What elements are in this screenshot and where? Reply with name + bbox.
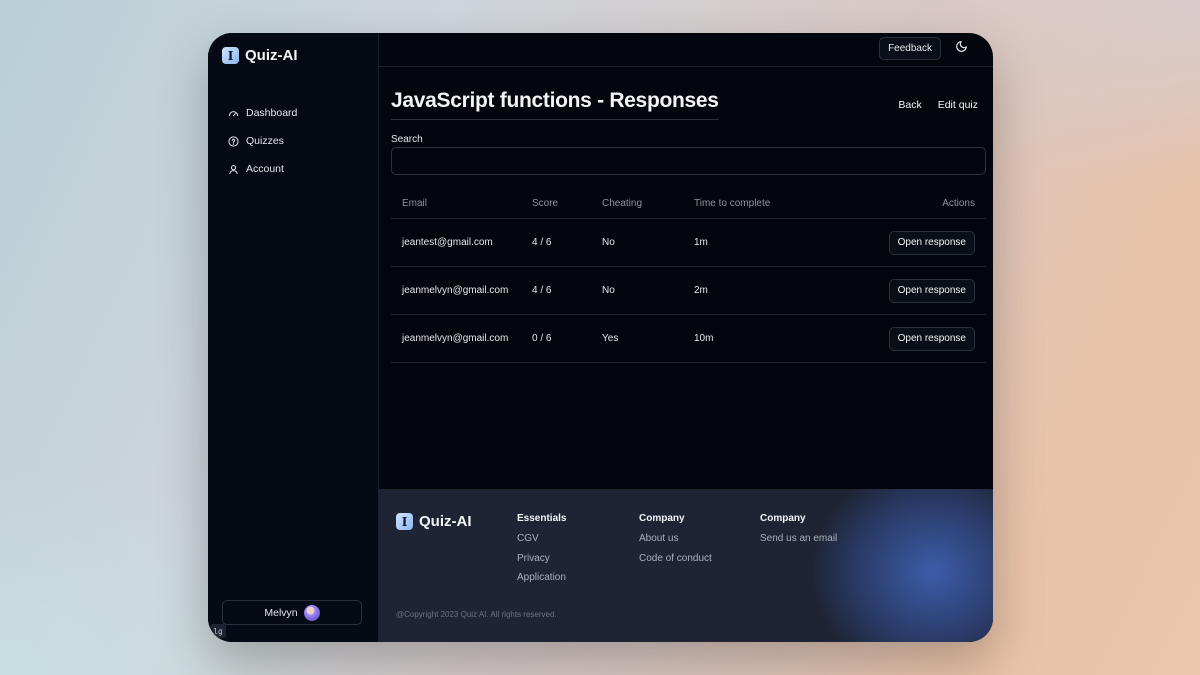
cell-email: jeanmelvyn@gmail.com	[402, 285, 509, 296]
cell-actions: Open response	[813, 230, 986, 255]
copyright-text: @Copyright 2023 Quiz AI. All rights rese…	[396, 610, 557, 619]
logo-icon: I	[222, 47, 239, 64]
footer-glow	[813, 489, 993, 642]
sidebar-item-quizzes[interactable]: Quizzes	[228, 127, 297, 155]
footer: I Quiz-AI Essentials CGV Privacy Applica…	[379, 489, 993, 642]
footer-heading: Company	[639, 513, 685, 524]
header-email: Email	[402, 197, 428, 209]
cell-score: 4 / 6	[532, 237, 552, 248]
table-row: jeanmelvyn@gmail.com 4 / 6 No 2m Open re…	[391, 267, 986, 315]
sidebar-item-label: Account	[246, 163, 284, 175]
user-menu-button[interactable]: Melvyn	[222, 600, 362, 625]
gauge-icon	[228, 108, 239, 119]
footer-link-conduct[interactable]: Code of conduct	[639, 553, 712, 573]
cell-time: 10m	[694, 333, 714, 344]
search-input[interactable]	[391, 147, 986, 175]
breakpoint-badge: lg	[210, 624, 226, 638]
cell-actions: Open response	[813, 326, 986, 351]
avatar	[303, 604, 320, 621]
page-title: JavaScript functions - Responses	[391, 89, 719, 120]
sidebar-item-label: Quizzes	[246, 135, 284, 147]
cell-cheating: No	[602, 237, 615, 248]
table-row: jeantest@gmail.com 4 / 6 No 1m Open resp…	[391, 219, 986, 267]
moon-icon	[955, 40, 968, 58]
open-response-button[interactable]: Open response	[888, 278, 975, 303]
back-button[interactable]: Back	[898, 99, 921, 111]
user-name: Melvyn	[264, 606, 298, 619]
topbar: Feedback	[379, 33, 993, 67]
cell-email: jeanmelvyn@gmail.com	[402, 333, 509, 344]
footer-link-about[interactable]: About us	[639, 533, 712, 553]
sidebar-item-label: Dashboard	[246, 107, 298, 119]
app-window: I Quiz-AI Dashboard Quizzes Account Melv…	[208, 33, 993, 642]
cell-cheating: No	[602, 285, 615, 296]
sidebar-nav: Dashboard Quizzes Account	[228, 99, 297, 183]
footer-link-privacy[interactable]: Privacy	[517, 553, 566, 573]
sidebar: I Quiz-AI Dashboard Quizzes Account Melv…	[208, 33, 379, 642]
cell-score: 0 / 6	[532, 333, 552, 344]
footer-heading: Essentials	[517, 513, 567, 524]
sidebar-item-dashboard[interactable]: Dashboard	[228, 99, 297, 127]
footer-brand-name: Quiz-AI	[419, 513, 472, 530]
edit-quiz-button[interactable]: Edit quiz	[938, 99, 978, 111]
header-score: Score	[532, 197, 559, 209]
app-name: Quiz-AI	[245, 47, 298, 64]
responses-table: Email Score Cheating Time to complete Ac…	[391, 188, 986, 363]
logo-icon: I	[396, 513, 413, 530]
footer-heading: Company	[760, 513, 806, 524]
header-time: Time to complete	[694, 197, 771, 209]
footer-column-company: Company About us Code of conduct	[639, 513, 712, 572]
table-row: jeanmelvyn@gmail.com 0 / 6 Yes 10m Open …	[391, 315, 986, 363]
user-icon	[228, 164, 239, 175]
header-cheating: Cheating	[602, 197, 643, 209]
table-header: Email Score Cheating Time to complete Ac…	[391, 188, 986, 219]
cell-score: 4 / 6	[532, 285, 552, 296]
question-circle-icon	[228, 135, 239, 147]
cell-actions: Open response	[813, 278, 986, 303]
search-label: Search	[391, 134, 423, 145]
cell-cheating: Yes	[602, 333, 619, 344]
footer-brand[interactable]: I Quiz-AI	[396, 513, 472, 530]
open-response-button[interactable]: Open response	[888, 230, 975, 255]
header-actions: Actions	[942, 197, 975, 209]
cell-time: 1m	[694, 237, 708, 248]
open-response-button[interactable]: Open response	[888, 326, 975, 351]
theme-toggle-button[interactable]	[953, 41, 969, 57]
footer-column-contact: Company Send us an email	[760, 513, 837, 553]
footer-link-application[interactable]: Application	[517, 572, 566, 592]
footer-link-cgv[interactable]: CGV	[517, 533, 566, 553]
app-brand[interactable]: I Quiz-AI	[222, 47, 298, 64]
footer-column-essentials: Essentials CGV Privacy Application	[517, 513, 566, 592]
sidebar-item-account[interactable]: Account	[228, 155, 297, 183]
cell-email: jeantest@gmail.com	[402, 237, 493, 248]
main-content: Feedback JavaScript functions - Response…	[379, 33, 993, 642]
feedback-button[interactable]: Feedback	[879, 37, 941, 60]
footer-link-email[interactable]: Send us an email	[760, 533, 837, 553]
header-actions: Back Edit quiz	[898, 99, 978, 111]
cell-time: 2m	[694, 285, 708, 296]
